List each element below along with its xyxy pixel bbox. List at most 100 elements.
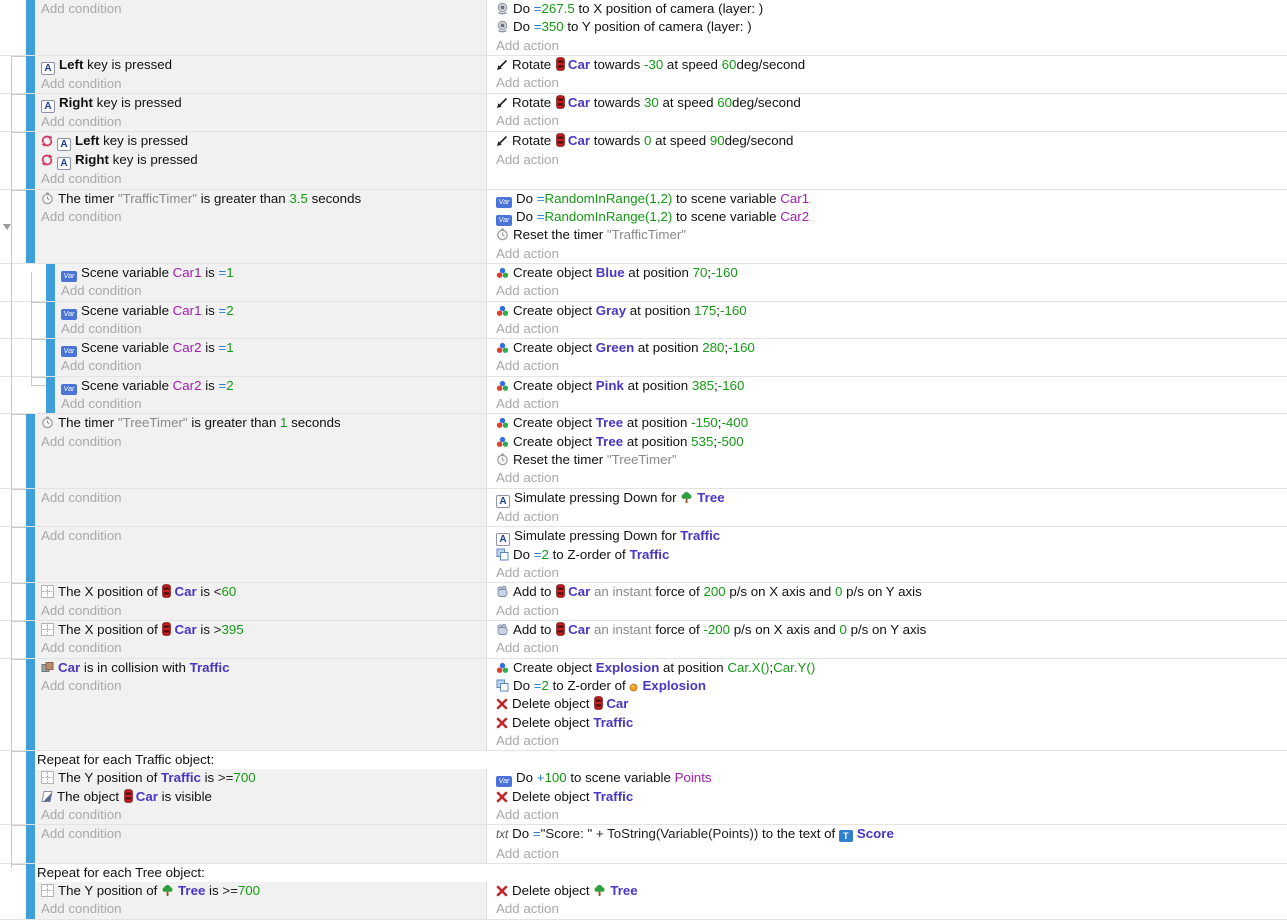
event-highlight-bar[interactable] — [26, 751, 35, 824]
add-action-button[interactable]: Add action — [489, 469, 1287, 487]
event-highlight-bar[interactable] — [26, 527, 35, 583]
action-line[interactable]: Add to Car an instant force of -200 p/s … — [489, 621, 1287, 639]
add-condition-button[interactable]: Add condition — [55, 282, 487, 300]
action-line[interactable]: VarDo +100 to scene variable Points — [489, 769, 1287, 787]
add-action-button[interactable]: Add action — [489, 639, 1287, 657]
event-highlight-bar[interactable] — [46, 377, 55, 414]
add-action-button[interactable]: Add action — [489, 845, 1287, 863]
add-condition-button[interactable]: Add condition — [55, 395, 487, 413]
add-action-button[interactable]: Add action — [489, 508, 1287, 526]
action-line[interactable]: Do =2 to Z-order of Traffic — [489, 546, 1287, 564]
add-action-button[interactable]: Add action — [489, 900, 1287, 918]
condition-line[interactable]: ARight key is pressed — [35, 94, 487, 113]
action-line[interactable]: txtDo ="Score: " + ToString(Variable(Poi… — [489, 825, 1287, 844]
condition-line[interactable]: ALeft key is pressed — [35, 56, 487, 75]
action-line[interactable]: Delete object Traffic — [489, 714, 1287, 732]
event-highlight-bar[interactable] — [26, 414, 35, 487]
condition-line[interactable]: The Y position of Tree is >=700 — [35, 882, 487, 900]
action-line[interactable]: ASimulate pressing Down for Tree — [489, 489, 1287, 508]
action-line[interactable]: Create object Tree at position 535;-500 — [489, 433, 1287, 451]
add-condition-button[interactable]: Add condition — [35, 433, 487, 451]
add-action-button[interactable]: Add action — [489, 602, 1287, 620]
condition-line[interactable]: The Y position of Traffic is >=700 — [35, 769, 487, 787]
add-condition-button[interactable]: Add condition — [35, 75, 487, 93]
add-action-button[interactable]: Add action — [489, 357, 1287, 375]
add-condition-button[interactable]: Add condition — [35, 113, 487, 131]
add-condition-button[interactable]: Add condition — [35, 825, 487, 843]
add-action-button[interactable]: Add action — [489, 37, 1287, 55]
condition-line[interactable]: Car is in collision with Traffic — [35, 659, 487, 677]
condition-line[interactable]: The X position of Car is <60 — [35, 583, 487, 601]
event-highlight-bar[interactable] — [26, 825, 35, 863]
add-condition-button[interactable]: Add condition — [35, 489, 487, 507]
action-line[interactable]: Do =2 to Z-order of Explosion — [489, 677, 1287, 695]
add-condition-button[interactable]: Add condition — [35, 527, 487, 545]
event-highlight-bar[interactable] — [26, 621, 35, 658]
add-condition-button[interactable]: Add condition — [35, 208, 487, 226]
event-highlight-bar[interactable] — [46, 339, 55, 376]
condition-line[interactable]: VarScene variable Car2 is =2 — [55, 377, 487, 395]
action-line[interactable]: Delete object Tree — [489, 882, 1287, 900]
condition-line[interactable]: The timer "TreeTimer" is greater than 1 … — [35, 414, 487, 432]
condition-line[interactable]: The X position of Car is >395 — [35, 621, 487, 639]
action-line[interactable]: Reset the timer "TreeTimer" — [489, 451, 1287, 469]
action-line[interactable]: Delete object Traffic — [489, 788, 1287, 806]
add-condition-button[interactable]: Add condition — [35, 900, 487, 918]
add-action-button[interactable]: Add action — [489, 74, 1287, 92]
add-condition-button[interactable]: Add condition — [35, 677, 487, 695]
action-line[interactable]: Do =350 to Y position of camera (layer: … — [489, 18, 1287, 36]
add-condition-button[interactable]: Add condition — [35, 170, 487, 188]
action-line[interactable]: Create object Green at position 280;-160 — [489, 339, 1287, 357]
add-action-button[interactable]: Add action — [489, 806, 1287, 824]
repeat-event-header[interactable]: Repeat for each Tree object: — [35, 864, 1287, 882]
condition-line[interactable]: VarScene variable Car2 is =1 — [55, 339, 487, 357]
action-line[interactable]: VarDo =RandomInRange(1,2) to scene varia… — [489, 190, 1287, 208]
add-condition-button[interactable]: Add condition — [55, 357, 487, 375]
condition-line[interactable]: The object Car is visible — [35, 788, 487, 806]
add-action-button[interactable]: Add action — [489, 245, 1287, 263]
event-highlight-bar[interactable] — [46, 264, 55, 301]
action-line[interactable]: Create object Tree at position -150;-400 — [489, 414, 1287, 432]
condition-line[interactable]: The timer "TrafficTimer" is greater than… — [35, 190, 487, 208]
action-line[interactable]: Reset the timer "TrafficTimer" — [489, 226, 1287, 244]
add-condition-button[interactable]: Add condition — [35, 602, 487, 620]
add-action-button[interactable]: Add action — [489, 395, 1287, 413]
add-action-button[interactable]: Add action — [489, 320, 1287, 338]
event-highlight-bar[interactable] — [26, 864, 35, 919]
condition-line[interactable]: ARight key is pressed — [35, 151, 487, 170]
action-line[interactable]: Rotate Car towards -30 at speed 60deg/se… — [489, 56, 1287, 74]
event-highlight-bar[interactable] — [26, 583, 35, 620]
add-action-button[interactable]: Add action — [489, 112, 1287, 130]
condition-line[interactable]: VarScene variable Car1 is =2 — [55, 302, 487, 320]
action-line[interactable]: Rotate Car towards 30 at speed 60deg/sec… — [489, 94, 1287, 112]
event-highlight-bar[interactable] — [26, 489, 35, 526]
repeat-event-header[interactable]: Repeat for each Traffic object: — [35, 751, 1287, 769]
condition-line[interactable]: ALeft key is pressed — [35, 132, 487, 151]
event-highlight-bar[interactable] — [26, 94, 35, 131]
action-line[interactable]: Add to Car an instant force of 200 p/s o… — [489, 583, 1287, 601]
add-condition-button[interactable]: Add condition — [35, 0, 487, 18]
add-action-button[interactable]: Add action — [489, 732, 1287, 750]
collapse-arrow-icon[interactable] — [3, 224, 11, 230]
action-line[interactable]: Create object Blue at position 70;-160 — [489, 264, 1287, 282]
action-line[interactable]: Rotate Car towards 0 at speed 90deg/seco… — [489, 132, 1287, 150]
event-highlight-bar[interactable] — [26, 132, 35, 188]
action-line[interactable]: ASimulate pressing Down for Traffic — [489, 527, 1287, 546]
action-line[interactable]: Create object Explosion at position Car.… — [489, 659, 1287, 677]
add-condition-button[interactable]: Add condition — [35, 806, 487, 824]
action-line[interactable]: Do =267.5 to X position of camera (layer… — [489, 0, 1287, 18]
event-highlight-bar[interactable] — [46, 302, 55, 339]
event-highlight-bar[interactable] — [26, 0, 35, 55]
action-line[interactable]: VarDo =RandomInRange(1,2) to scene varia… — [489, 208, 1287, 226]
action-line[interactable]: Create object Pink at position 385;-160 — [489, 377, 1287, 395]
event-highlight-bar[interactable] — [26, 56, 35, 93]
event-highlight-bar[interactable] — [26, 190, 35, 263]
action-line[interactable]: Create object Gray at position 175;-160 — [489, 302, 1287, 320]
add-condition-button[interactable]: Add condition — [55, 320, 487, 338]
add-action-button[interactable]: Add action — [489, 282, 1287, 300]
add-action-button[interactable]: Add action — [489, 564, 1287, 582]
event-highlight-bar[interactable] — [26, 659, 35, 750]
add-action-button[interactable]: Add action — [489, 151, 1287, 169]
add-condition-button[interactable]: Add condition — [35, 639, 487, 657]
condition-line[interactable]: VarScene variable Car1 is =1 — [55, 264, 487, 282]
